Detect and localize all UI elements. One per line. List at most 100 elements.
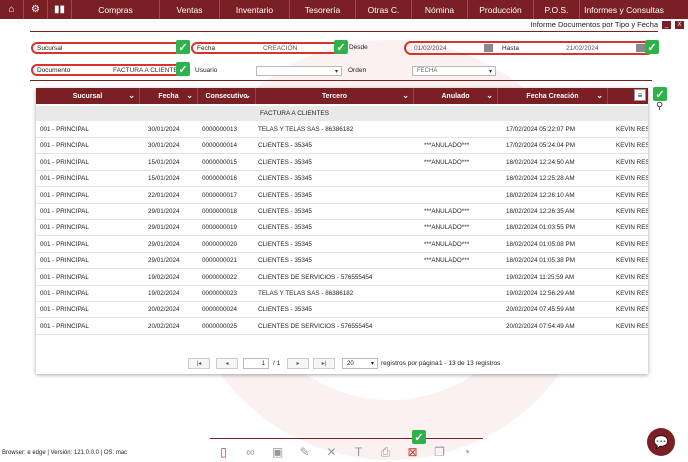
grid-menu-icon[interactable]: ≡ <box>634 89 646 101</box>
table-row[interactable]: 001 - PRINCIPAL 20/02/2024 0000000025 CLIEN… <box>36 319 648 335</box>
cell-fecha: 22/01/2024 <box>148 191 180 199</box>
cell-fecha: 30/01/2024 <box>148 142 180 150</box>
cell-sucursal: 001 - PRINCIPAL <box>40 240 89 248</box>
cell-fecha: 19/02/2024 <box>148 273 180 281</box>
nav-inventario[interactable]: Inventario <box>220 0 290 19</box>
chevron-down-icon[interactable]: ⌄ <box>128 91 135 100</box>
excel-export-icon[interactable]: ⊠ <box>399 443 426 461</box>
new-document-icon[interactable]: ▯ <box>210 443 237 461</box>
cell-consecutivo: 0000000022 <box>202 273 238 281</box>
table-row[interactable]: 001 - PRINCIPAL 19/02/2024 0000000022 CLIEN… <box>36 270 648 286</box>
check-icon: ✓ <box>334 40 348 54</box>
cell-fecha-creacion: 17/02/2024 05:24:04 PM <box>506 142 575 150</box>
chevron-down-icon[interactable]: ⌄ <box>186 91 193 100</box>
last-page-button[interactable]: ▸| <box>313 358 335 369</box>
chart-pie-icon[interactable]: ◔ <box>453 443 480 461</box>
cell-sucursal: 001 - PRINCIPAL <box>40 126 89 133</box>
cell-consecutivo: 0000000018 <box>202 208 238 215</box>
top-nav: ⌂ ⚙ ▮▮ Compras Ventas Inventario Tesorer… <box>0 0 688 19</box>
page-input[interactable]: 1 <box>243 358 269 369</box>
per-page-select[interactable]: 20 ▾ <box>342 358 378 369</box>
col-label: Fecha <box>158 92 179 100</box>
col-fecha[interactable]: Fecha ⌄ <box>140 88 198 104</box>
save-icon[interactable]: ▣ <box>264 443 291 461</box>
copy-icon[interactable]: ❐ <box>426 443 453 461</box>
fecha-value: CREACIÓN <box>263 44 298 52</box>
next-page-button[interactable]: ▸ <box>287 358 309 369</box>
usuario-select[interactable]: ▾ <box>256 66 342 76</box>
chevron-down-icon[interactable]: ⌄ <box>486 91 493 100</box>
chart-icon[interactable]: ▮▮ <box>48 0 72 19</box>
col-tercero[interactable]: Tercero ⌄ <box>256 88 414 104</box>
cell-anulado: ***ANULADO*** <box>424 208 470 215</box>
nav-produccion[interactable]: Producción <box>468 0 534 19</box>
home-icon[interactable]: ⌂ <box>0 0 24 19</box>
sucursal-label: Sucursal <box>37 44 63 52</box>
cell-usuario: KEVIN RES <box>616 191 648 199</box>
nav-otras[interactable]: Otras C. <box>356 0 412 19</box>
cell-consecutivo: 0000000021 <box>202 257 238 265</box>
text-icon[interactable]: T <box>345 443 372 461</box>
hasta-label: Hasta <box>502 44 519 52</box>
cell-consecutivo: 0000000015 <box>202 158 238 166</box>
cell-tercero: TELAS Y TELAS SAS - 86386182 <box>258 126 354 133</box>
nav-pos[interactable]: P.O.S. <box>534 0 580 19</box>
cell-fecha-creacion: 18/02/2024 12:25:28 AM <box>506 175 575 183</box>
calendar-icon[interactable] <box>636 44 645 52</box>
delete-icon[interactable]: ✕ <box>318 443 345 461</box>
documento-field[interactable]: Documento FACTURA A CLIENTES <box>31 64 184 76</box>
table-row[interactable]: 001 - PRINCIPAL 30/01/2024 0000000014 CLIEN… <box>36 138 648 155</box>
col-sucursal[interactable]: Sucursal ⌄ <box>36 88 140 104</box>
calendar-icon[interactable] <box>484 44 493 52</box>
col-anulado[interactable]: Anulado ⌄ <box>414 88 498 104</box>
chat-icon[interactable]: 💬 <box>647 428 675 456</box>
cell-sucursal: 001 - PRINCIPAL <box>40 142 89 150</box>
print-icon[interactable]: ⎙ <box>372 443 399 461</box>
nav-ventas[interactable]: Ventas <box>160 0 220 19</box>
cell-fecha-creacion: 18/02/2024 12:24:50 AM <box>506 158 575 166</box>
gear-icon[interactable]: ⚙ <box>24 0 48 19</box>
cell-usuario: KEVIN RES <box>616 126 648 133</box>
first-page-button[interactable]: |◂ <box>188 358 210 369</box>
close-button[interactable]: X <box>675 20 684 29</box>
cell-consecutivo: 0000000017 <box>202 191 238 199</box>
table-row[interactable]: 001 - PRINCIPAL 15/01/2024 0000000015 CLIEN… <box>36 155 648 171</box>
binoculars-icon[interactable]: ∞ <box>237 443 264 461</box>
prev-page-button[interactable]: ◂ <box>216 358 238 369</box>
cell-fecha: 30/01/2024 <box>148 126 180 133</box>
cell-tercero: CLIENTES - 35345 <box>258 191 312 199</box>
hasta-value[interactable]: 21/02/2024 <box>566 45 599 52</box>
table-row[interactable]: 001 - PRINCIPAL 30/01/2024 0000000013 TELAS… <box>36 122 648 138</box>
table-row[interactable]: 001 - PRINCIPAL 19/02/2024 0000000023 TELAS… <box>36 286 648 302</box>
nav-informes[interactable]: Informes y Consultas <box>580 0 668 19</box>
check-icon: ✓ <box>645 40 659 54</box>
col-consecutivo[interactable]: Consecutivo ⌄ <box>198 88 256 104</box>
table-row[interactable]: 001 - PRINCIPAL 29/01/2024 0000000018 CLIEN… <box>36 204 648 220</box>
nav-nomina[interactable]: Nómina <box>412 0 468 19</box>
table-row[interactable]: 001 - PRINCIPAL 20/02/2024 0000000024 CLIEN… <box>36 302 648 319</box>
nav-compras[interactable]: Compras <box>72 0 160 19</box>
search-icon[interactable]: ⚲ <box>656 101 663 112</box>
table-row[interactable]: 001 - PRINCIPAL 29/01/2024 0000000019 CLIEN… <box>36 220 648 237</box>
cell-fecha-creacion: 18/02/2024 12:26:10 AM <box>506 191 575 199</box>
chevron-down-icon[interactable]: ⌄ <box>402 91 409 100</box>
chevron-down-icon[interactable]: ⌄ <box>596 91 603 100</box>
cell-fecha: 15/01/2024 <box>148 175 180 183</box>
sucursal-field[interactable]: Sucursal <box>31 42 181 54</box>
col-fecha-creacion[interactable]: Fecha Creación ⌄ <box>498 88 608 104</box>
table-row[interactable]: 001 - PRINCIPAL 22/01/2024 0000000017 CLIEN… <box>36 188 648 204</box>
edit-icon[interactable]: ✎ <box>291 443 318 461</box>
chevron-down-icon[interactable]: ⌄ <box>244 91 251 100</box>
cell-tercero: CLIENTES - 35345 <box>258 158 312 166</box>
fecha-field[interactable]: Fecha CREACIÓN <box>191 42 344 54</box>
cell-consecutivo: 0000000023 <box>202 290 238 297</box>
nav-tesoreria[interactable]: Tesorería <box>290 0 356 19</box>
minimize-button[interactable]: _ <box>662 20 671 29</box>
table-row[interactable]: 001 - PRINCIPAL 29/01/2024 0000000021 CLIEN… <box>36 253 648 270</box>
desde-value[interactable]: 01/02/2024 <box>414 45 447 52</box>
orden-select[interactable]: FECHA ▾ <box>412 66 496 76</box>
table-row[interactable]: 001 - PRINCIPAL 29/01/2024 0000000020 CLIEN… <box>36 237 648 253</box>
cell-consecutivo: 0000000019 <box>202 224 238 232</box>
table-row[interactable]: 001 - PRINCIPAL 15/01/2024 0000000016 CLIEN… <box>36 171 648 188</box>
cell-fecha-creacion: 17/02/2024 05:22:07 PM <box>506 126 575 133</box>
